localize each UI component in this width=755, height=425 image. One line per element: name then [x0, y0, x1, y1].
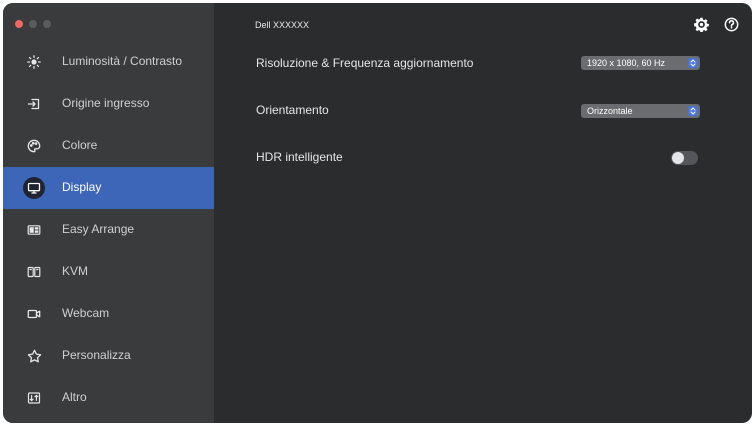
- sidebar-nav: Luminosità / Contrasto Origine ingresso …: [3, 41, 214, 419]
- sidebar-item-input-source[interactable]: Origine ingresso: [3, 83, 214, 125]
- sidebar-item-label: Personalizza: [62, 348, 131, 362]
- main-panel: Dell XXXXXX Risoluzione & Frequenza aggi…: [214, 3, 752, 423]
- sidebar-item-easy-arrange[interactable]: Easy Arrange: [3, 209, 214, 251]
- sidebar-item-label: Colore: [62, 138, 98, 152]
- zoom-window-button[interactable]: [43, 20, 51, 28]
- sidebar-item-label: Easy Arrange: [62, 222, 135, 236]
- sidebar-item-other[interactable]: Altro: [3, 377, 214, 419]
- resolution-value: 1920 x 1080, 60 Hz: [587, 58, 666, 68]
- easy-arrange-icon: [23, 219, 45, 241]
- sidebar-item-label: Altro: [62, 390, 87, 404]
- orientation-value: Orizzontale: [587, 106, 633, 116]
- kvm-icon: [23, 261, 45, 283]
- sidebar-item-color[interactable]: Colore: [3, 125, 214, 167]
- hdr-label: HDR intelligente: [256, 150, 343, 164]
- gear-icon[interactable]: [693, 16, 709, 32]
- monitor-icon: [23, 177, 45, 199]
- chevron-up-down-icon: [688, 106, 698, 116]
- chevron-up-down-icon: [688, 58, 698, 68]
- sidebar: Luminosità / Contrasto Origine ingresso …: [3, 3, 214, 423]
- sidebar-item-label: Webcam: [62, 306, 110, 320]
- help-icon[interactable]: [723, 16, 739, 32]
- sidebar-item-label: Display: [62, 180, 102, 194]
- sidebar-item-label: Luminosità / Contrasto: [62, 54, 183, 68]
- resolution-label: Risoluzione & Frequenza aggiornamento: [256, 56, 474, 70]
- toggle-knob: [672, 152, 684, 164]
- hdr-toggle[interactable]: [671, 151, 698, 165]
- orientation-label: Orientamento: [256, 103, 329, 117]
- sidebar-item-brightness-contrast[interactable]: Luminosità / Contrasto: [3, 41, 214, 83]
- input-source-icon: [23, 93, 45, 115]
- resolution-select[interactable]: 1920 x 1080, 60 Hz: [581, 56, 700, 70]
- minimize-window-button[interactable]: [29, 20, 37, 28]
- sidebar-item-kvm[interactable]: KVM: [3, 251, 214, 293]
- sidebar-item-display[interactable]: Display: [3, 167, 214, 209]
- sidebar-item-personalize[interactable]: Personalizza: [3, 335, 214, 377]
- app-window: Luminosità / Contrasto Origine ingresso …: [3, 3, 752, 423]
- brightness-icon: [23, 51, 45, 73]
- monitor-name: Dell XXXXXX: [255, 20, 310, 30]
- webcam-icon: [23, 303, 45, 325]
- orientation-select[interactable]: Orizzontale: [581, 104, 700, 118]
- color-palette-icon: [23, 135, 45, 157]
- star-icon: [23, 345, 45, 367]
- sidebar-item-label: KVM: [62, 264, 89, 278]
- close-window-button[interactable]: [15, 20, 23, 28]
- other-icon: [23, 387, 45, 409]
- sidebar-item-webcam[interactable]: Webcam: [3, 293, 214, 335]
- sidebar-item-label: Origine ingresso: [62, 96, 150, 110]
- window-controls: [15, 20, 51, 28]
